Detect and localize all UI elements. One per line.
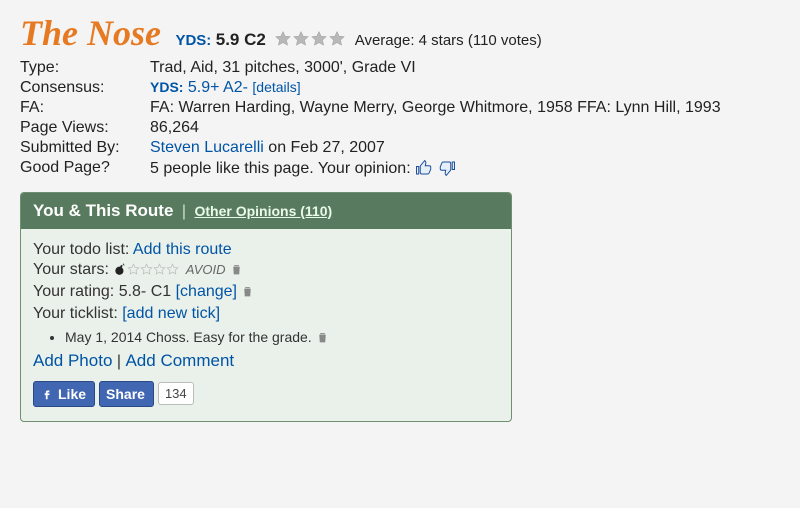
fb-count: 134	[158, 382, 194, 405]
row-yourrating: Your rating: 5.8- C1 [change]	[33, 283, 499, 303]
pageviews-label: Page Views:	[20, 119, 150, 137]
box-header: You & This Route | Other Opinions (110)	[21, 193, 511, 229]
good-label: Good Page?	[20, 159, 150, 178]
box-body: Your todo list: Add this route Your star…	[21, 229, 511, 421]
route-page: { "route": { "title": "The Nose", "yds_l…	[0, 0, 800, 508]
trash-icon[interactable]	[230, 263, 243, 281]
grade-value: 5.9 C2	[216, 30, 266, 49]
star-icon	[274, 30, 292, 48]
tick-entry: May 1, 2014 Choss. Easy for the grade.	[65, 329, 316, 345]
good-text: 5 people like this page. Your opinion:	[150, 160, 415, 177]
facebook-icon	[40, 387, 54, 401]
separator: |	[182, 203, 186, 220]
ticklist-label: Your ticklist:	[33, 305, 122, 322]
fb-share-button[interactable]: Share	[99, 381, 154, 407]
change-link[interactable]: [change]	[176, 283, 237, 300]
rating-value: 5.8- C1	[119, 283, 176, 300]
star-icon	[292, 30, 310, 48]
stars-label: Your stars:	[33, 261, 113, 278]
add-tick-link[interactable]: [add new tick]	[122, 305, 220, 322]
yds-block: YDS: 5.9 C2	[175, 32, 270, 49]
header: The Nose YDS: 5.9 C2 Average: 4 stars (1…	[20, 10, 780, 57]
fa-value: FA: Warren Harding, Wayne Merry, George …	[150, 99, 780, 117]
bomb-icon[interactable]	[113, 262, 127, 281]
type-value: Trad, Aid, 31 pitches, 3000', Grade VI	[150, 59, 780, 77]
route-title: The Nose	[20, 13, 161, 53]
star-rating	[274, 30, 346, 52]
avoid-text: AVOID	[186, 262, 226, 277]
consensus-value: YDS: 5.9+ A2- [details]	[150, 79, 780, 97]
box-title: You & This Route	[33, 201, 173, 220]
fb-share-text: Share	[106, 386, 145, 402]
row-fa: FA: FA: Warren Harding, Wayne Merry, Geo…	[20, 99, 780, 117]
trash-icon[interactable]	[241, 285, 254, 303]
thumbs-up-icon[interactable]	[415, 159, 433, 177]
average-text: Average: 4 stars (110 votes)	[355, 32, 542, 49]
row-consensus: Consensus: YDS: 5.9+ A2- [details]	[20, 79, 780, 97]
todo-label: Your todo list:	[33, 241, 133, 258]
row-ticklist: Your ticklist: [add new tick]	[33, 305, 499, 323]
fb-like-button[interactable]: Like	[33, 381, 95, 407]
consensus-grade: 5.9+ A2-	[188, 79, 248, 96]
submitted-label: Submitted By:	[20, 139, 150, 157]
fb-row: Like Share 134	[33, 381, 499, 407]
thumbs-down-icon[interactable]	[438, 159, 456, 177]
yds-label: YDS:	[175, 32, 211, 49]
star-icon	[310, 30, 328, 48]
row-add: Add Photo | Add Comment	[33, 351, 499, 371]
star-icon	[328, 30, 346, 48]
pageviews-value: 86,264	[150, 119, 780, 137]
row-yourstars: Your stars: AVOID	[33, 261, 499, 281]
your-stars-empty[interactable]	[127, 261, 179, 278]
other-opinions-link[interactable]: Other Opinions (110)	[194, 203, 332, 219]
add-comment-link[interactable]: Add Comment	[125, 351, 234, 370]
row-pageviews: Page Views: 86,264	[20, 119, 780, 137]
trash-icon[interactable]	[316, 331, 329, 347]
consensus-label: Consensus:	[20, 79, 150, 97]
fa-label: FA:	[20, 99, 150, 117]
tick-list: May 1, 2014 Choss. Easy for the grade.	[33, 329, 499, 347]
you-and-route-box: You & This Route | Other Opinions (110) …	[20, 192, 512, 422]
submitted-on: on Feb 27, 2007	[264, 139, 385, 156]
add-photo-link[interactable]: Add Photo	[33, 351, 112, 370]
consensus-yds: YDS:	[150, 79, 183, 95]
row-todo: Your todo list: Add this route	[33, 241, 499, 259]
type-label: Type:	[20, 59, 150, 77]
add-route-link[interactable]: Add this route	[133, 241, 232, 258]
submitted-value: Steven Lucarelli on Feb 27, 2007	[150, 139, 780, 157]
row-goodpage: Good Page? 5 people like this page. Your…	[20, 159, 780, 178]
rating-label: Your rating:	[33, 283, 119, 300]
submitter-link[interactable]: Steven Lucarelli	[150, 139, 264, 156]
fb-like-text: Like	[58, 386, 86, 402]
row-type: Type: Trad, Aid, 31 pitches, 3000', Grad…	[20, 59, 780, 77]
details-link[interactable]: [details]	[252, 79, 300, 95]
tick-item: May 1, 2014 Choss. Easy for the grade.	[65, 329, 499, 347]
row-submitted: Submitted By: Steven Lucarelli on Feb 27…	[20, 139, 780, 157]
good-value: 5 people like this page. Your opinion:	[150, 159, 780, 178]
